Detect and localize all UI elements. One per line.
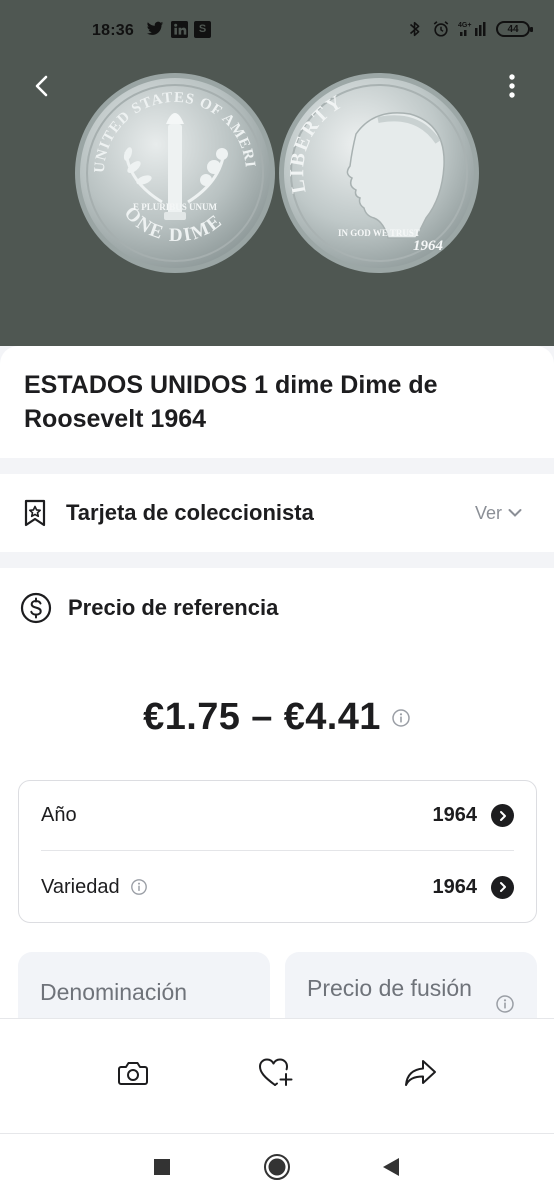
detail-value: 1964: [432, 804, 478, 826]
triangle-back-icon: [383, 1158, 399, 1176]
info-icon[interactable]: [130, 878, 148, 896]
collector-card-view-button[interactable]: Ver: [475, 503, 522, 524]
coin-title: ESTADOS UNIDOS 1 dime Dime de Roosevelt …: [24, 371, 438, 433]
heart-plus-icon: [259, 1058, 293, 1086]
battery-indicator: 44: [496, 21, 533, 37]
status-system-icons: 4G+ 44: [406, 20, 533, 38]
app-s-icon: S: [194, 20, 211, 38]
chevron-right-circle-icon: [491, 875, 514, 899]
coin-reverse-image[interactable]: UNITED STATES OF AMERICA ONE DIME E PLUR…: [74, 72, 276, 274]
detail-label-text: Variedad: [41, 875, 120, 898]
svg-text:IN GOD WE TRUST: IN GOD WE TRUST: [338, 228, 420, 238]
tile-label: Precio de fusión: [307, 975, 472, 1001]
chevron-left-icon: [35, 75, 48, 97]
status-bar: 18:36 S 4G+ 44: [0, 0, 554, 60]
bookmark-star-icon: [24, 499, 46, 527]
dollar-circle-icon: [20, 592, 52, 624]
more-vertical-icon: [509, 74, 515, 98]
detail-row-year[interactable]: Año 1964: [41, 781, 514, 851]
coin-obverse-image[interactable]: LIBERTY IN GOD WE TRUST 1964: [278, 72, 480, 274]
camera-icon: [118, 1062, 148, 1085]
info-icon[interactable]: [391, 708, 411, 728]
system-navigation-bar: [0, 1134, 554, 1200]
svg-text:E PLURIBUS UNUM: E PLURIBUS UNUM: [133, 202, 218, 212]
detail-label-text: Año: [41, 804, 77, 826]
share-button[interactable]: [401, 1053, 441, 1093]
back-button[interactable]: [26, 70, 58, 102]
svg-text:1964: 1964: [413, 238, 444, 254]
alarm-icon: [432, 20, 450, 38]
status-notification-icons: S: [146, 20, 211, 38]
price-range: €1.75 – €4.41: [0, 696, 554, 739]
share-icon: [405, 1060, 436, 1086]
coin-image-header: 18:36 S 4G+ 44 UNITED STATES OF AMERI ON…: [0, 0, 554, 346]
detail-label: Año: [41, 804, 433, 827]
reference-price-card: Precio de referencia €1.75 – €4.41 Año 1…: [0, 568, 554, 1042]
chevron-right-circle-icon: [491, 804, 514, 827]
price-range-value: €1.75 – €4.41: [143, 696, 381, 738]
status-time: 18:36: [92, 22, 134, 39]
coin-title-card: ESTADOS UNIDOS 1 dime Dime de Roosevelt …: [0, 346, 554, 458]
linkedin-icon: [170, 20, 188, 38]
camera-button[interactable]: [113, 1053, 153, 1093]
collector-card-label: Tarjeta de coleccionista: [66, 500, 314, 525]
square-icon: [154, 1159, 170, 1175]
info-icon[interactable]: [495, 994, 515, 1014]
home-circle-icon: [264, 1154, 290, 1180]
view-label: Ver: [474, 502, 502, 523]
recents-button[interactable]: [147, 1152, 177, 1182]
system-back-button[interactable]: [376, 1152, 406, 1182]
detail-row-variety[interactable]: Variedad 1964: [41, 852, 514, 922]
collector-card-row[interactable]: Tarjeta de coleccionista Ver: [0, 474, 554, 552]
reference-price-header: Precio de referencia: [20, 592, 278, 624]
chevron-down-icon: [508, 509, 522, 517]
bluetooth-icon: [406, 20, 424, 38]
detail-value: 1964: [432, 875, 478, 898]
more-options-button[interactable]: [496, 70, 528, 102]
detail-label: Variedad: [41, 876, 433, 899]
bottom-action-bar: [0, 1018, 554, 1134]
reference-price-label: Precio de referencia: [68, 595, 279, 620]
home-button[interactable]: [262, 1152, 292, 1182]
add-to-favorites-button[interactable]: [257, 1053, 297, 1093]
details-box: Año 1964 Variedad 1964: [18, 780, 537, 923]
svg-text:4G+: 4G+: [458, 22, 471, 29]
twitter-icon: [146, 20, 164, 38]
signal-icon: 4G+: [458, 20, 488, 38]
tile-label: Denominación: [40, 979, 188, 1005]
